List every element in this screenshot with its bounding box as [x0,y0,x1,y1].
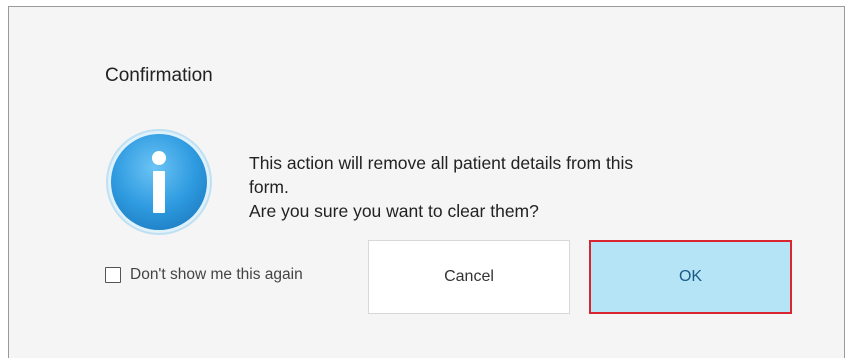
dont-show-again-checkbox[interactable] [105,267,121,283]
cancel-button[interactable]: Cancel [368,240,570,314]
info-icon [105,128,213,236]
dont-show-again-label: Don't show me this again [130,266,303,283]
confirmation-dialog: Confirmation This action will remove all… [8,6,845,358]
dont-show-again-option[interactable]: Don't show me this again [105,266,303,284]
dialog-title: Confirmation [105,65,213,86]
dialog-message: This action will remove all patient deta… [249,151,769,223]
message-line: form. [249,177,289,197]
message-line: This action will remove all patient deta… [249,153,634,173]
ok-button[interactable]: OK [589,240,792,314]
message-line: Are you sure you want to clear them? [249,201,539,221]
